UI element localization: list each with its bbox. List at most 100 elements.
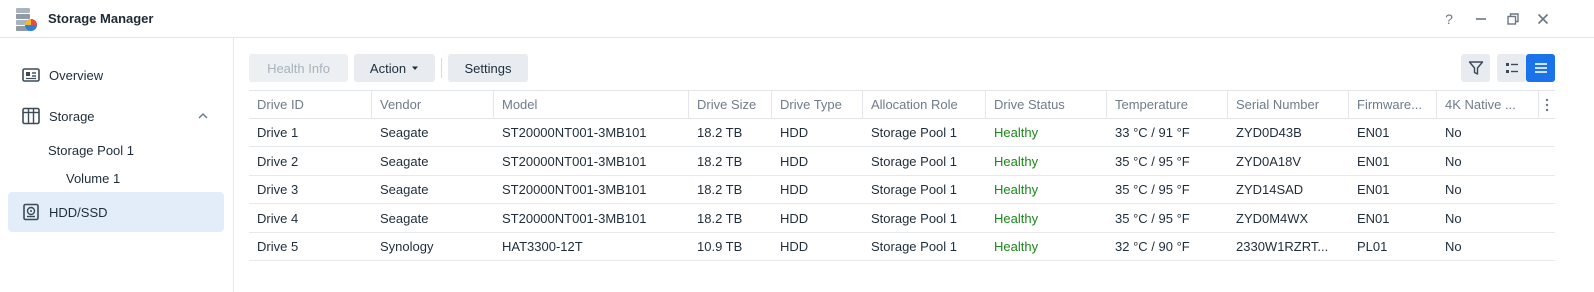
cell-model: ST20000NT001-3MB101 — [502, 182, 647, 197]
filter-button[interactable] — [1461, 54, 1490, 82]
cell-allocation-role: Storage Pool 1 — [871, 125, 958, 140]
cell-drive-id: Drive 2 — [257, 153, 299, 169]
column-header-4k-native[interactable]: 4K Native ... — [1437, 91, 1539, 119]
close-icon[interactable] — [1533, 9, 1553, 29]
cell-temperature: 33 °C / 91 °F — [1115, 125, 1190, 140]
storage-manager-app-icon — [16, 8, 37, 31]
table-row[interactable]: Drive 1 Seagate ST20000NT001-3MB101 18.2 TB… — [249, 119, 1555, 147]
sidebar-item-storage[interactable]: Storage — [8, 96, 224, 136]
column-header-drive-status[interactable]: Drive Status — [986, 91, 1107, 119]
cell-drive-status: Healthy — [994, 125, 1039, 140]
cell-temperature: 35 °C / 95 °F — [1115, 153, 1190, 169]
cell-vendor: Seagate — [380, 125, 429, 140]
cell-4k-native: No — [1445, 210, 1462, 226]
cell-drive-type: HDD — [780, 153, 809, 169]
table-row[interactable]: Drive 3 Seagate ST20000NT001-3MB101 18.2 TB… — [249, 176, 1555, 204]
cell-serial-number: ZYD0D43B — [1236, 125, 1302, 140]
cell-allocation-role: Storage Pool 1 — [871, 153, 958, 169]
cell-drive-type: HDD — [780, 210, 809, 226]
toolbar-divider — [441, 58, 442, 78]
cell-allocation-role: Storage Pool 1 — [871, 182, 958, 197]
cell-drive-size: 18.2 TB — [697, 210, 743, 226]
storage-icon — [22, 107, 40, 125]
table-header: Drive ID Vendor Model Drive Size Drive T… — [249, 90, 1555, 119]
cell-drive-size: 10.9 TB — [697, 239, 743, 254]
cell-4k-native: No — [1445, 153, 1462, 169]
column-header-drive-id[interactable]: Drive ID — [249, 91, 372, 119]
column-header-firmware[interactable]: Firmware... — [1349, 91, 1437, 119]
table-row[interactable]: Drive 5 Synology HAT3300-12T 10.9 TB HDD Stor… — [249, 233, 1555, 261]
cell-temperature: 35 °C / 95 °F — [1115, 182, 1190, 197]
cell-model: ST20000NT001-3MB101 — [502, 153, 647, 169]
cell-4k-native: No — [1445, 125, 1462, 140]
health-info-button[interactable]: Health Info — [249, 54, 348, 82]
chevron-up-icon[interactable] — [196, 109, 210, 123]
cell-firmware: EN01 — [1357, 182, 1390, 197]
table-row[interactable]: Drive 2 Seagate ST20000NT001-3MB101 18.2 TB… — [249, 148, 1555, 176]
column-header-drive-type[interactable]: Drive Type — [772, 91, 863, 119]
column-header-serial-number[interactable]: Serial Number — [1228, 91, 1349, 119]
cell-drive-size: 18.2 TB — [697, 125, 743, 140]
sidebar-item-overview[interactable]: Overview — [8, 55, 224, 95]
cell-drive-id: Drive 5 — [257, 239, 299, 254]
sidebar-item-storage-pool-1[interactable]: Storage Pool 1 — [48, 143, 134, 158]
cell-drive-id: Drive 4 — [257, 210, 299, 226]
cell-drive-type: HDD — [780, 182, 809, 197]
detail-list-icon — [1505, 63, 1518, 73]
sidebar-item-label: HDD/SSD — [49, 204, 108, 220]
sidebar-item-volume-1[interactable]: Volume 1 — [66, 171, 120, 186]
restore-icon[interactable] — [1503, 9, 1523, 29]
title-bar: Storage Manager ? — [0, 0, 1594, 38]
cell-serial-number: 2330W1RZRT... — [1236, 239, 1329, 254]
cell-drive-size: 18.2 TB — [697, 182, 743, 197]
cell-allocation-role: Storage Pool 1 — [871, 210, 958, 226]
cell-vendor: Seagate — [380, 182, 429, 197]
cell-drive-status: Healthy — [994, 210, 1039, 226]
cell-firmware: EN01 — [1357, 210, 1390, 226]
cell-firmware: EN01 — [1357, 153, 1390, 169]
cell-model: ST20000NT001-3MB101 — [502, 125, 647, 140]
cell-temperature: 32 °C / 90 °F — [1115, 239, 1190, 254]
cell-firmware: PL01 — [1357, 239, 1388, 254]
table-view-button[interactable] — [1526, 54, 1555, 82]
cell-firmware: EN01 — [1357, 125, 1390, 140]
help-icon[interactable]: ? — [1439, 9, 1459, 29]
cell-drive-status: Healthy — [994, 239, 1039, 254]
cell-serial-number: ZYD0M4WX — [1236, 210, 1309, 226]
column-options-icon[interactable] — [1545, 98, 1549, 112]
table-row[interactable]: Drive 4 Seagate ST20000NT001-3MB101 18.2 TB… — [249, 205, 1555, 233]
cell-serial-number: ZYD14SAD — [1236, 182, 1304, 197]
settings-button[interactable]: Settings — [448, 54, 528, 82]
cell-4k-native: No — [1445, 239, 1462, 254]
sidebar: Overview Storage Storage Pool 1 Volume 1… — [0, 38, 234, 292]
minimize-icon[interactable] — [1471, 9, 1491, 29]
filter-icon — [1468, 61, 1483, 75]
column-header-drive-size[interactable]: Drive Size — [689, 91, 772, 119]
cell-serial-number: ZYD0A18V — [1236, 153, 1302, 169]
column-header-model[interactable]: Model — [494, 91, 689, 119]
cell-4k-native: No — [1445, 182, 1462, 197]
column-header-allocation-role[interactable]: Allocation Role — [863, 91, 986, 119]
cell-drive-id: Drive 1 — [257, 125, 299, 140]
cell-vendor: Seagate — [380, 210, 429, 226]
cell-model: ST20000NT001-3MB101 — [502, 210, 647, 226]
sidebar-item-label: Storage — [49, 108, 95, 124]
cell-drive-type: HDD — [780, 239, 809, 254]
overview-icon — [22, 68, 40, 82]
cell-model: HAT3300-12T — [502, 239, 583, 254]
action-button[interactable]: Action — [354, 54, 435, 82]
hdd-icon — [23, 203, 39, 221]
action-button-label: Action — [369, 60, 407, 76]
cell-vendor: Synology — [380, 239, 434, 254]
cell-drive-status: Healthy — [994, 182, 1039, 197]
cell-allocation-role: Storage Pool 1 — [871, 239, 958, 254]
sidebar-item-hdd-ssd[interactable]: HDD/SSD — [8, 192, 224, 232]
sidebar-item-label: Overview — [49, 67, 104, 83]
table-list-icon — [1534, 63, 1547, 73]
cell-vendor: Seagate — [380, 153, 429, 169]
caret-down-icon — [412, 66, 419, 70]
column-header-temperature[interactable]: Temperature — [1107, 91, 1228, 119]
list-view-button[interactable] — [1497, 54, 1526, 82]
cell-drive-status: Healthy — [994, 153, 1039, 169]
column-header-vendor[interactable]: Vendor — [372, 91, 494, 119]
